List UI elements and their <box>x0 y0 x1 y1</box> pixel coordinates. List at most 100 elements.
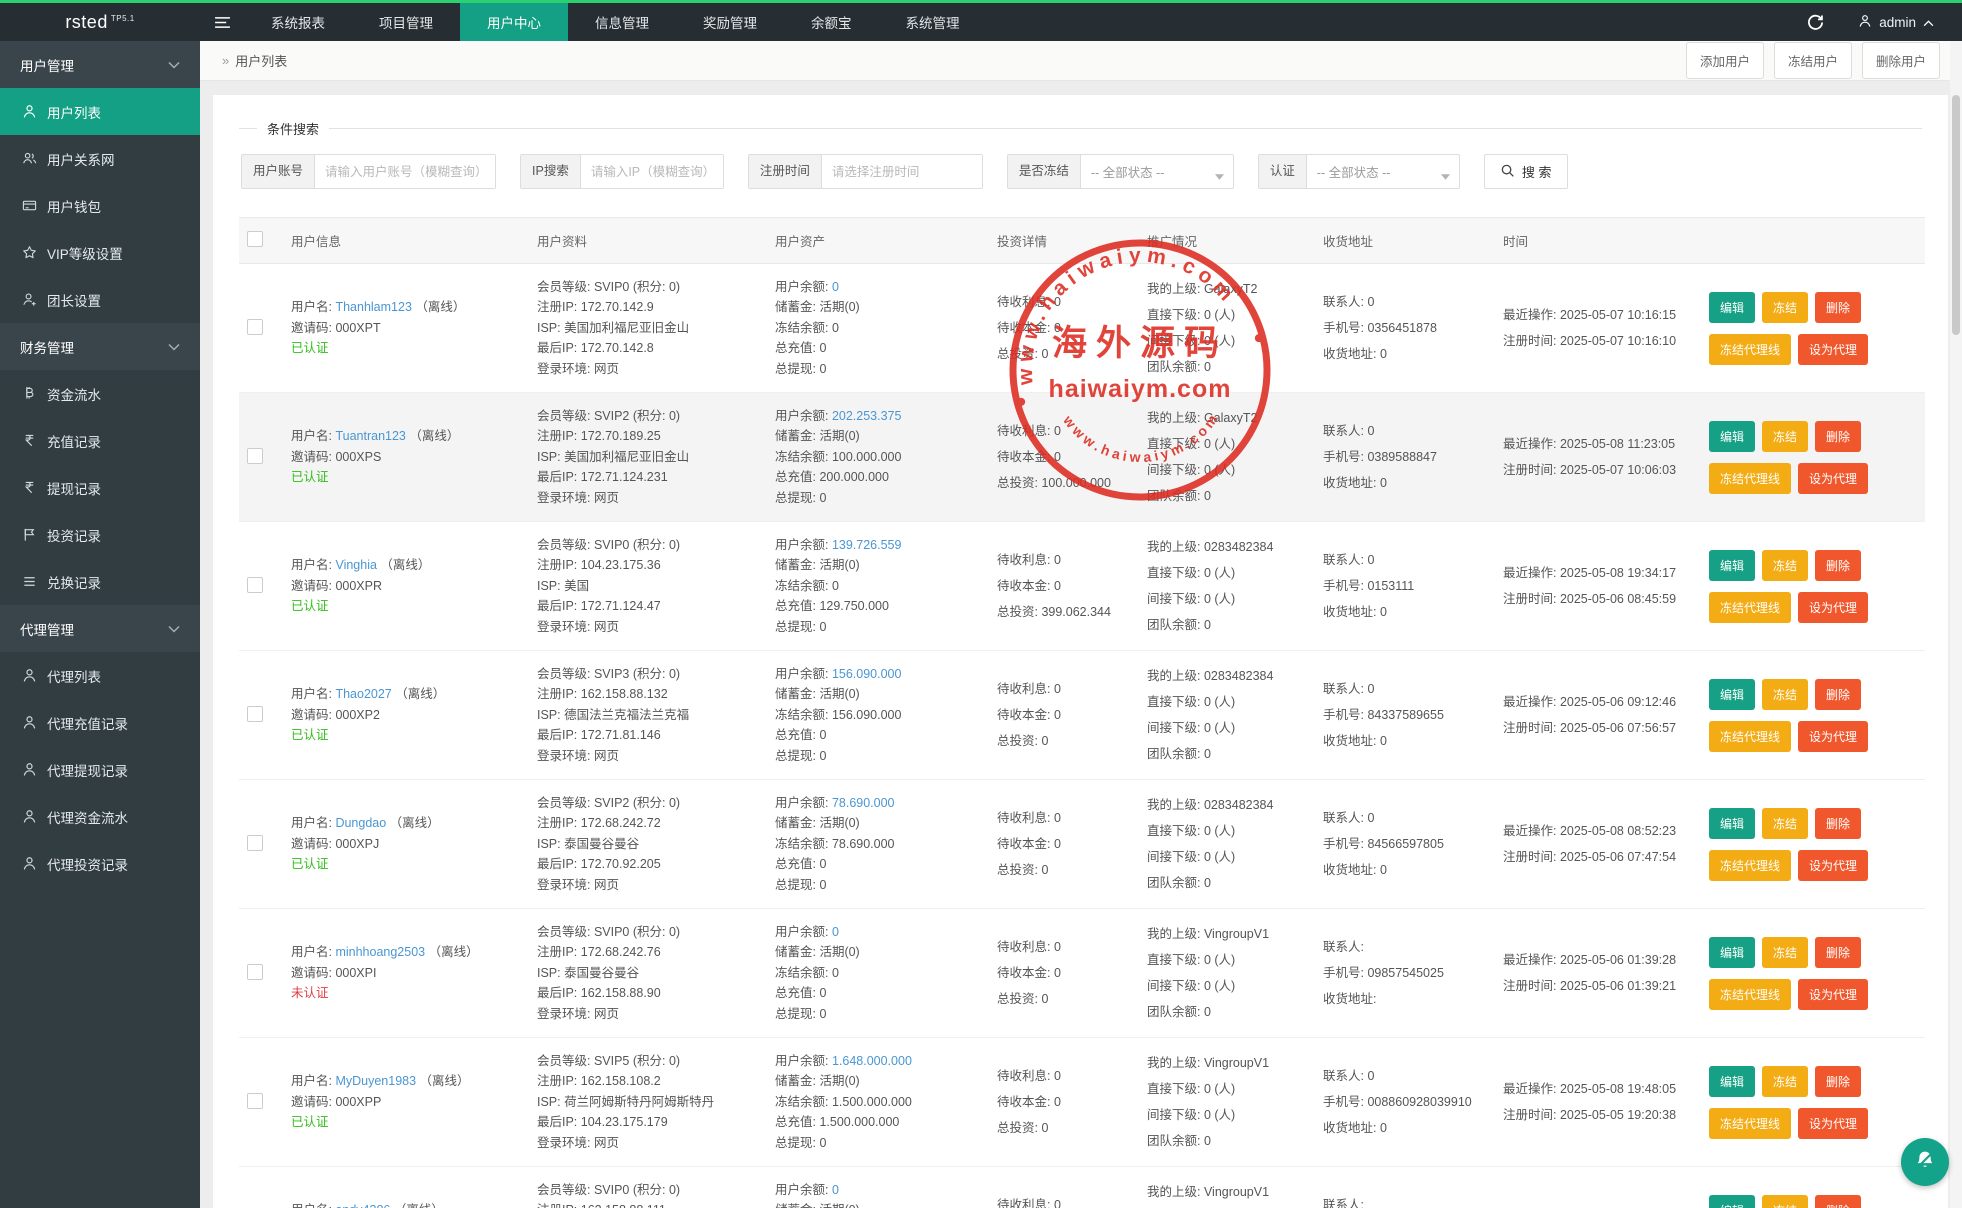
username-link[interactable]: Dungdao <box>335 816 386 830</box>
是否冻结-select[interactable]: -- 全部状态 -- <box>1081 155 1233 188</box>
action-冻结代理线-button[interactable]: 冻结代理线 <box>1709 721 1791 752</box>
sidebar-item[interactable]: 用户列表 <box>0 88 200 135</box>
action-冻结-button[interactable]: 冻结 <box>1762 1066 1808 1097</box>
username-link[interactable]: minhhoang2503 <box>335 945 425 959</box>
sidebar-item[interactable]: VIP等级设置 <box>0 229 200 276</box>
action-设为代理-button[interactable]: 设为代理 <box>1798 979 1868 1010</box>
action-删除-button[interactable]: 删除 <box>1815 937 1861 968</box>
action-删除-button[interactable]: 删除 <box>1815 1066 1861 1097</box>
select-all-checkbox[interactable] <box>247 231 263 247</box>
refresh-icon[interactable] <box>1807 14 1824 31</box>
action-编辑-button[interactable]: 编辑 <box>1709 292 1755 323</box>
app-logo[interactable]: rstedTP5.1 <box>0 3 200 41</box>
action-冻结-button[interactable]: 冻结 <box>1762 679 1808 710</box>
sidebar-item[interactable]: 投资记录 <box>0 511 200 558</box>
action-冻结-button[interactable]: 冻结 <box>1762 292 1808 323</box>
action-冻结-button[interactable]: 冻结 <box>1762 421 1808 452</box>
action-设为代理-button[interactable]: 设为代理 <box>1798 721 1868 752</box>
action-冻结代理线-button[interactable]: 冻结代理线 <box>1709 463 1791 494</box>
nav-item-2[interactable]: 项目管理 <box>352 3 460 41</box>
action-冻结代理线-button[interactable]: 冻结代理线 <box>1709 979 1791 1010</box>
sidebar-item[interactable]: 代理投资记录 <box>0 840 200 887</box>
sidebar-item[interactable]: 用户关系网 <box>0 135 200 182</box>
action-设为代理-button[interactable]: 设为代理 <box>1798 463 1868 494</box>
row-checkbox[interactable] <box>247 319 263 335</box>
cell-line: 用户余额: 0 <box>775 277 981 298</box>
action-编辑-button[interactable]: 编辑 <box>1709 808 1755 839</box>
action-设为代理-button[interactable]: 设为代理 <box>1798 850 1868 881</box>
sidebar-item[interactable]: 代理提现记录 <box>0 746 200 793</box>
toolbar-button[interactable]: 删除用户 <box>1862 42 1940 79</box>
username-link[interactable]: Thanhlam123 <box>335 300 411 314</box>
action-冻结代理线-button[interactable]: 冻结代理线 <box>1709 850 1791 881</box>
nav-item-7[interactable]: 系统管理 <box>879 3 987 41</box>
action-设为代理-button[interactable]: 设为代理 <box>1798 334 1868 365</box>
用户账号-input[interactable] <box>315 155 495 188</box>
action-删除-button[interactable]: 删除 <box>1815 679 1861 710</box>
cell-line: 直接下级: 0 (人) <box>1147 818 1307 844</box>
action-冻结代理线-button[interactable]: 冻结代理线 <box>1709 334 1791 365</box>
action-编辑-button[interactable]: 编辑 <box>1709 937 1755 968</box>
notification-bell-button[interactable] <box>1901 1138 1949 1186</box>
sidebar-item[interactable]: 资金流水 <box>0 370 200 417</box>
search-button[interactable]: 搜 索 <box>1484 154 1568 189</box>
sidebar-item[interactable]: 充值记录 <box>0 417 200 464</box>
sidebar-item[interactable]: 代理列表 <box>0 652 200 699</box>
username-link[interactable]: Tuantran123 <box>335 429 405 443</box>
action-冻结-button[interactable]: 冻结 <box>1762 1195 1808 1208</box>
username-link[interactable]: MyDuyen1983 <box>335 1074 416 1088</box>
action-删除-button[interactable]: 删除 <box>1815 421 1861 452</box>
nav-item-3[interactable]: 用户中心 <box>460 3 568 41</box>
sidebar-group-2[interactable]: 财务管理 <box>0 323 200 370</box>
scrollbar-thumb[interactable] <box>1952 95 1960 335</box>
action-删除-button[interactable]: 删除 <box>1815 1195 1861 1208</box>
注册时间-input[interactable] <box>822 155 982 188</box>
action-冻结代理线-button[interactable]: 冻结代理线 <box>1709 592 1791 623</box>
sidebar-item[interactable]: 团长设置 <box>0 276 200 323</box>
toolbar-button[interactable]: 冻结用户 <box>1774 42 1852 79</box>
username-link[interactable]: Thao2027 <box>335 687 391 701</box>
IP搜索-input[interactable] <box>581 155 723 188</box>
action-删除-button[interactable]: 删除 <box>1815 550 1861 581</box>
action-冻结代理线-button[interactable]: 冻结代理线 <box>1709 1108 1791 1139</box>
row-checkbox[interactable] <box>247 706 263 722</box>
action-设为代理-button[interactable]: 设为代理 <box>1798 592 1868 623</box>
sidebar-toggle-icon[interactable] <box>200 3 244 41</box>
认证-select[interactable]: -- 全部状态 -- <box>1307 155 1459 188</box>
cell-line: 最后IP: 162.158.88.90 <box>537 983 759 1004</box>
username-link[interactable]: Vinghia <box>335 558 376 572</box>
sidebar-item[interactable]: 兑换记录 <box>0 558 200 605</box>
row-checkbox[interactable] <box>247 1093 263 1109</box>
search-row: 用户账号IP搜索注册时间是否冻结-- 全部状态 --认证-- 全部状态 --搜 … <box>241 154 1922 189</box>
action-删除-button[interactable]: 删除 <box>1815 292 1861 323</box>
sidebar-group-1[interactable]: 用户管理 <box>0 41 200 88</box>
nav-item-4[interactable]: 信息管理 <box>568 3 676 41</box>
admin-menu[interactable]: admin <box>1858 14 1934 31</box>
action-冻结-button[interactable]: 冻结 <box>1762 808 1808 839</box>
sidebar-item[interactable]: 代理充值记录 <box>0 699 200 746</box>
action-编辑-button[interactable]: 编辑 <box>1709 421 1755 452</box>
nav-item-1[interactable]: 系统报表 <box>244 3 352 41</box>
sidebar-group-3[interactable]: 代理管理 <box>0 605 200 652</box>
toolbar-button[interactable]: 添加用户 <box>1686 42 1764 79</box>
row-checkbox[interactable] <box>247 448 263 464</box>
action-冻结-button[interactable]: 冻结 <box>1762 550 1808 581</box>
nav-item-5[interactable]: 奖励管理 <box>676 3 784 41</box>
cell-line: 邀请码: 000XP2 <box>291 705 521 726</box>
row-checkbox[interactable] <box>247 577 263 593</box>
nav-item-6[interactable]: 余额宝 <box>784 3 879 41</box>
action-编辑-button[interactable]: 编辑 <box>1709 679 1755 710</box>
action-编辑-button[interactable]: 编辑 <box>1709 550 1755 581</box>
cell-line: 团队余额: 0 <box>1147 741 1307 767</box>
row-checkbox[interactable] <box>247 835 263 851</box>
action-编辑-button[interactable]: 编辑 <box>1709 1195 1755 1208</box>
sidebar-item[interactable]: 用户钱包 <box>0 182 200 229</box>
sidebar-item[interactable]: 提现记录 <box>0 464 200 511</box>
action-编辑-button[interactable]: 编辑 <box>1709 1066 1755 1097</box>
row-checkbox[interactable] <box>247 964 263 980</box>
username-link[interactable]: andy4386 <box>335 1203 390 1208</box>
action-设为代理-button[interactable]: 设为代理 <box>1798 1108 1868 1139</box>
action-冻结-button[interactable]: 冻结 <box>1762 937 1808 968</box>
sidebar-item[interactable]: 代理资金流水 <box>0 793 200 840</box>
action-删除-button[interactable]: 删除 <box>1815 808 1861 839</box>
